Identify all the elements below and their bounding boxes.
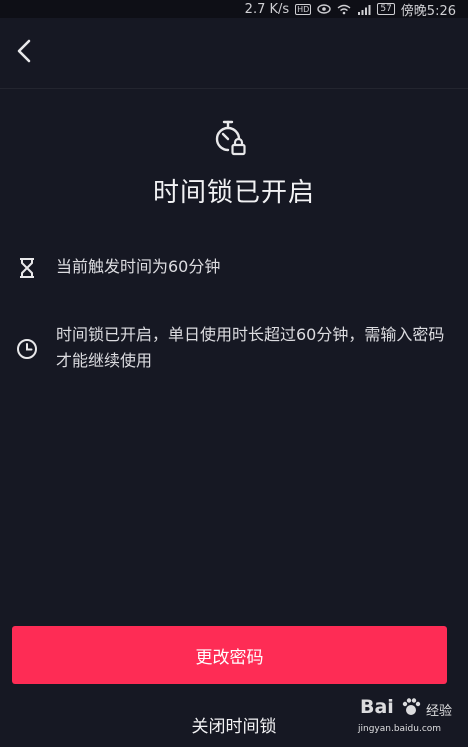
status-bar: 2.7 K/s HD 57 傍晚5:26 [0, 0, 468, 19]
change-password-button[interactable]: 更改密码 [12, 626, 447, 684]
baidu-watermark: Bai 经验 jingyan.baidu.com [354, 690, 454, 740]
battery-indicator: 57 [377, 3, 395, 15]
timer-lock-icon [211, 118, 251, 158]
hd-badge: HD [295, 3, 312, 15]
signal-icon [357, 4, 371, 15]
paw-icon [400, 696, 422, 722]
watermark-subtitle: 经验 [426, 704, 453, 719]
clock-icon [16, 338, 38, 360]
wifi-icon [337, 4, 351, 15]
chevron-left-icon [16, 39, 32, 67]
status-time: 傍晚5:26 [400, 3, 456, 19]
network-speed: 2.7 K/s [244, 1, 290, 17]
back-button[interactable] [10, 38, 38, 68]
watermark-url: jingyan.baidu.com [358, 724, 442, 734]
watermark-brand: Bai [360, 696, 394, 718]
lock-description-text: 时间锁已开启，单日使用时长超过60分钟，需输入密码才能继续使用 [56, 325, 445, 370]
eye-icon [317, 4, 332, 14]
nav-bar [0, 18, 468, 89]
page-title: 时间锁已开启 [152, 178, 315, 208]
trigger-time-text: 当前触发时间为60分钟 [56, 257, 221, 276]
hourglass-icon [16, 257, 38, 279]
